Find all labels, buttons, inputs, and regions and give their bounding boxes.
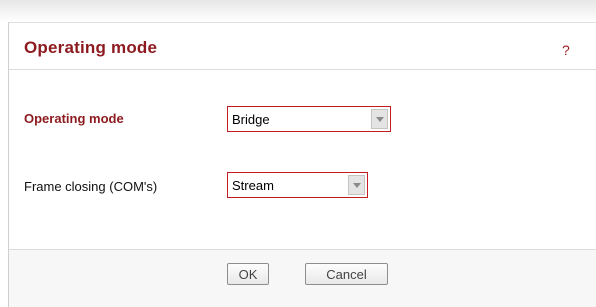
operating-mode-select[interactable]: Bridge bbox=[227, 106, 391, 132]
frame-closing-select[interactable]: Stream bbox=[227, 172, 368, 198]
operating-mode-value: Bridge bbox=[232, 112, 270, 127]
help-link[interactable]: ? bbox=[562, 42, 570, 58]
chevron-down-icon[interactable] bbox=[371, 109, 388, 129]
ok-button[interactable]: OK bbox=[227, 263, 269, 285]
top-bar bbox=[0, 0, 596, 22]
frame-closing-label: Frame closing (COM's) bbox=[24, 179, 158, 194]
panel-title: Operating mode bbox=[24, 38, 158, 57]
operating-mode-label: Operating mode bbox=[24, 111, 124, 126]
chevron-down-icon[interactable] bbox=[348, 175, 365, 195]
panel-header: Operating mode ? bbox=[9, 23, 596, 70]
button-bar: OK Cancel bbox=[9, 250, 596, 307]
operating-mode-panel: Operating mode ? Operating mode Bridge F… bbox=[8, 22, 596, 307]
frame-closing-value: Stream bbox=[232, 178, 274, 193]
cancel-button[interactable]: Cancel bbox=[305, 263, 388, 285]
